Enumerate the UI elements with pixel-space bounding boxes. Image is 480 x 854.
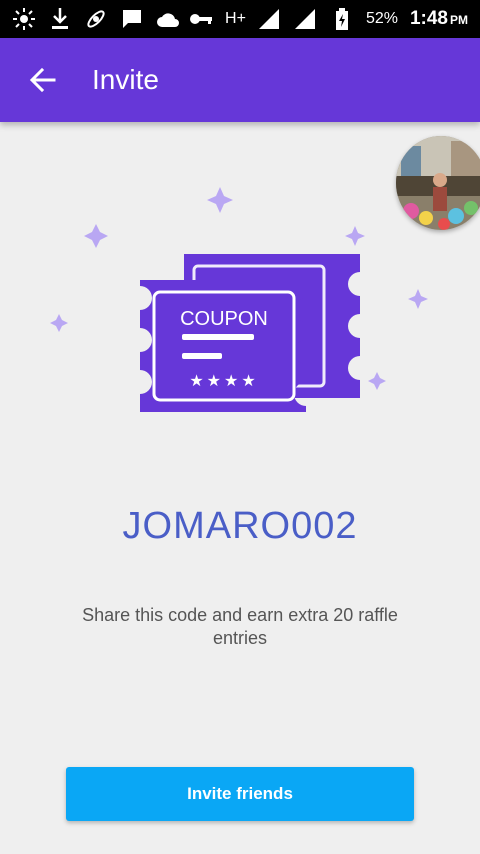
back-button[interactable]: [14, 52, 70, 108]
brightness-icon: [12, 7, 36, 31]
cloud-icon: [156, 7, 180, 31]
status-left-icons: [12, 7, 180, 31]
battery-icon: [330, 7, 354, 31]
invite-friends-button[interactable]: Invite friends: [66, 767, 414, 821]
status-bar: H+ 52% 1:48 PM: [0, 0, 480, 38]
satellite-icon: [84, 7, 108, 31]
app-bar: Invite: [0, 38, 480, 122]
network-type: H+: [225, 10, 246, 27]
clock-ampm: PM: [450, 13, 468, 27]
invite-description: Share this code and earn extra 20 raffle…: [82, 605, 398, 648]
signal-icon: [258, 7, 282, 31]
coupon-label: COUPON: [180, 308, 268, 330]
clock-time: 1:48: [409, 8, 448, 29]
message-icon: [120, 7, 144, 31]
clock: 1:48 PM: [410, 8, 468, 30]
battery-percent: 52%: [365, 10, 398, 27]
coupon-illustration: COUPON ★★★★: [44, 180, 444, 420]
coupon-stars: ★★★★: [189, 371, 258, 390]
key-icon: [189, 7, 213, 31]
page-title: Invite: [92, 64, 159, 95]
invite-code: JOMARO002: [122, 505, 358, 547]
arrow-back-icon: [29, 67, 56, 93]
status-right-icons: H+ 52% 1:48 PM: [189, 7, 468, 31]
signal-icon-2: [294, 7, 318, 31]
download-icon: [48, 7, 72, 31]
